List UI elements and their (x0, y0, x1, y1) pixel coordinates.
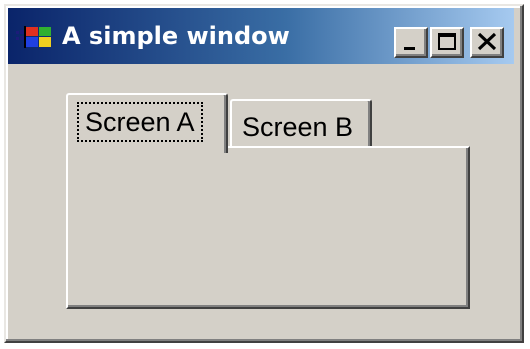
minimize-icon (404, 47, 415, 50)
title-bar[interactable]: A simple window (8, 8, 514, 64)
window-title: A simple window (62, 22, 290, 50)
tab-label: Screen A (77, 102, 203, 142)
close-button[interactable] (470, 27, 504, 58)
tab-panel (66, 146, 470, 309)
tab-label: Screen B (242, 112, 354, 142)
windows-flag-icon[interactable] (16, 25, 52, 49)
close-icon (477, 32, 497, 51)
tab-screen-a[interactable]: Screen A (66, 93, 228, 153)
tab-screen-b[interactable]: Screen B (230, 99, 372, 151)
maximize-icon (438, 33, 456, 50)
minimize-button[interactable] (394, 27, 428, 58)
maximize-button[interactable] (430, 27, 464, 58)
